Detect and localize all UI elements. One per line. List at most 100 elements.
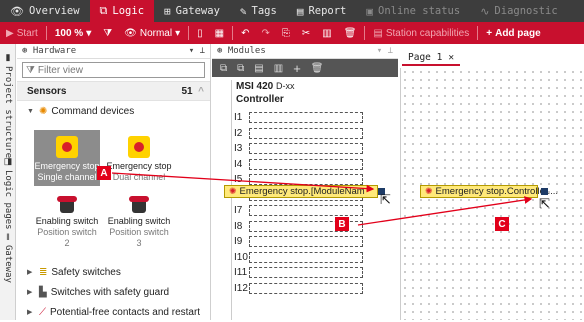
rail-project-structure[interactable]: ▮ Project structure [0,52,16,158]
page-layout-icon: ▯ [197,27,203,39]
page-layout-button[interactable]: ▯ [191,22,209,44]
module-input-row: I12 [231,281,391,297]
tab-label: Online status [378,5,461,17]
tab-online-status[interactable]: ▣ Online status [356,0,470,22]
tab-diagnostic[interactable]: ∿ Diagnostic [470,0,567,22]
expand-icon: ▶ [27,289,33,296]
group-label: Potential-free contacts and restart [50,306,201,318]
tab-label: Report [308,5,347,17]
undo-button[interactable]: ↶ [235,22,255,44]
toolbar-divider [188,26,190,40]
module-input-element[interactable]: ✺ Emergency stop.[ModuleNam [224,185,378,198]
play-icon: ▶ [6,27,14,39]
input-slot[interactable] [249,174,363,186]
close-icon[interactable]: ✕ [448,52,454,63]
main-tab-bar: 👁 Overview ⧉ Logic ⊞ Gateway ✎ Tags ▤ Report … [0,0,584,22]
input-slot[interactable] [249,282,363,294]
category-sensors[interactable]: Sensors 51 ^ [17,81,210,101]
module-input-row: I11 [231,265,391,281]
chevron-down-icon: ▾ [175,27,181,39]
module-input-row: I7 [231,203,391,219]
cut-button[interactable]: ✂ [296,22,316,44]
group-command-devices[interactable]: ▼ ✺ Command devices [17,101,210,121]
group-label: Command devices [51,105,135,117]
expand-icon: ▶ [27,309,33,316]
tab-overview[interactable]: 👁 Overview [0,0,90,22]
hardware-icon: ⊛ [22,46,28,56]
filter-input[interactable]: ⧩ Filter view [22,62,205,78]
align-right-icon[interactable]: ▥ [274,63,283,74]
diagnostic-icon: ∿ [480,4,490,18]
marker-b: B [335,217,349,231]
tab-gateway[interactable]: ⊞ Gateway [154,0,230,22]
rail-logic-pages[interactable]: ◨ Logic pages [0,156,16,230]
tab-label: Overview [28,5,80,17]
trash-icon[interactable]: 🗑 [311,63,324,74]
tab-tags[interactable]: ✎ Tags [230,0,287,22]
tile-subtitle: Single channel [37,172,97,182]
zoom-select[interactable]: 100 % ▾ [49,22,97,44]
tab-logic[interactable]: ⧉ Logic [89,0,155,22]
group-safety-switches[interactable]: ▶ ≣ Safety switches [17,262,211,282]
clipboard-icon: ▥ [322,27,332,39]
input-slot[interactable] [249,158,363,170]
input-slot[interactable] [249,112,363,124]
module-mode-2-icon[interactable]: ⧉ [237,63,244,74]
tab-page-1[interactable]: Page 1 ✕ [402,50,461,66]
tile-enabling-switch-3[interactable]: Enabling switch Position switch 3 [106,196,172,252]
add-page-button[interactable]: + Add page [480,22,546,44]
tile-emergency-stop-single[interactable]: Emergency stop Single channel [34,130,100,186]
tab-report[interactable]: ▤ Report [287,0,357,22]
pin-icon[interactable]: ⊥ [388,46,393,56]
input-slot[interactable] [249,143,363,155]
group-switches-with-guard[interactable]: ▶ ▙ Switches with safety guard [17,282,211,302]
pin-icon[interactable]: ⊥ [200,46,205,56]
delete-button[interactable]: 🗑 [338,22,363,44]
input-slot[interactable] [249,251,363,263]
safety-switch-icon: ≣ [39,266,48,278]
chevron-down-icon[interactable]: ▾ [377,46,382,56]
paste-button[interactable]: ▥ [316,22,337,44]
connection-plug[interactable] [541,188,548,195]
chevron-down-icon: ▾ [86,27,92,39]
funnel-icon: ⧩ [26,64,35,76]
page-element[interactable]: ✺ Emergency stop.Controller.... [420,185,558,198]
input-slot[interactable] [249,205,363,217]
filter-toolbar-button[interactable]: ⧩ [97,22,118,44]
command-device-icon: ✺ [39,105,48,117]
station-capabilities-button[interactable]: ▤ Station capabilities [367,22,475,44]
plus-icon[interactable]: + [293,61,301,76]
eye-icon: 👁 [10,4,24,18]
tile-title: Enabling switch [35,216,99,226]
tile-enabling-switch-2[interactable]: Enabling switch Position switch 2 [34,196,100,252]
grid-button[interactable]: ▦ [209,22,230,44]
redo-icon: ↷ [261,27,270,39]
start-label: Start [16,27,38,39]
module-mode-icon[interactable]: ⧉ [220,63,227,74]
module-input-row: I2 [231,126,391,142]
group-potential-free-contacts[interactable]: ▶ ⟋ Potential-free contacts and restart [17,302,211,322]
input-label: I1 [234,112,243,124]
redo-button[interactable]: ↷ [255,22,275,44]
view-mode-select[interactable]: 👁 Normal ▾ [118,22,186,44]
input-label: I10 [234,251,248,263]
guard-switch-icon: ▙ [39,286,47,298]
input-slot[interactable] [249,267,363,279]
rail-gateway[interactable]: ‖ Gateway [0,232,16,283]
scissors-icon: ✂ [301,27,311,39]
hardware-panel: ⊛ Hardware ▾ ⊥ ⧩ Filter view Sensors 51 … [17,44,211,320]
module-input-row: I9 [231,234,391,250]
chevron-down-icon[interactable]: ▾ [189,46,194,56]
copy-button[interactable]: ⎘ [276,22,296,44]
drag-cursor-icon: ⇱ [539,196,550,211]
align-left-icon[interactable]: ▤ [254,63,263,74]
rail-label: Logic pages [3,170,13,230]
input-label: I3 [234,143,243,155]
copy-icon: ⎘ [281,27,290,39]
start-button[interactable]: ▶ Start [0,22,44,44]
zoom-value: 100 % [54,27,84,39]
tab-label: Gateway [175,5,220,17]
input-slot[interactable] [249,127,363,139]
tile-emergency-stop-dual[interactable]: Emergency stop Dual channel [106,130,172,186]
input-slot[interactable] [249,236,363,248]
